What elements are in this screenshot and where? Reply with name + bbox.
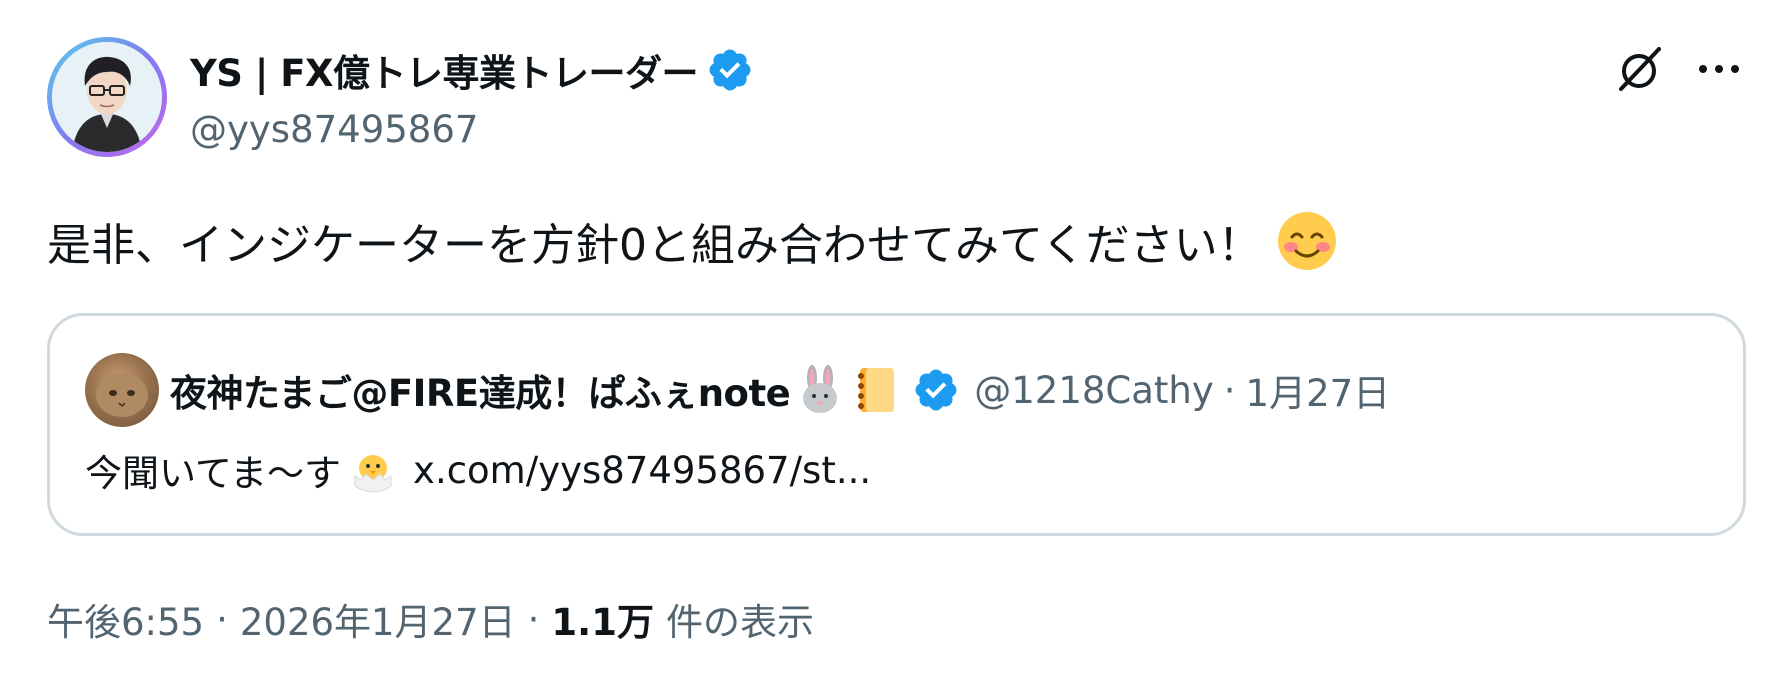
grok-icon	[1619, 47, 1661, 91]
verified-badge-icon	[706, 46, 754, 94]
quote-tweet-card[interactable]	[47, 313, 1746, 536]
quote-link[interactable]: x.com/yys87495867/st...	[413, 449, 871, 492]
quote-text-content: 今聞いてま～す	[85, 452, 342, 495]
avatar[interactable]	[47, 37, 167, 157]
views-count[interactable]: 1.1万	[551, 592, 654, 646]
hatching-chick-icon	[347, 444, 399, 496]
cat-photo	[96, 373, 148, 417]
tweet-date[interactable]: 2026年1月27日	[240, 592, 516, 646]
meta-separator-1: ·	[216, 597, 228, 641]
smiling-face-icon	[1276, 210, 1338, 272]
quote-verified-badge-icon	[912, 366, 960, 414]
notebook-icon	[850, 364, 902, 416]
tweet-text: 是非、インジケーターを方針0と組み合わせてみてください！	[47, 206, 1338, 276]
grok-button[interactable]	[1610, 38, 1672, 100]
quote-author-name[interactable]: 夜神たまご@FIRE達成！ぱふぇnote	[170, 363, 791, 417]
quote-author-handle[interactable]: @1218Cathy	[974, 369, 1214, 412]
tweet-text-content: 是非、インジケーターを方針0と組み合わせてみてください！	[47, 220, 1262, 271]
tweet-time[interactable]: 午後6:55	[47, 592, 204, 646]
author-display-name[interactable]: YS | FX億トレ専業トレーダー	[190, 43, 699, 97]
quote-author-avatar[interactable]	[85, 353, 159, 427]
meta-separator-2: ·	[527, 597, 540, 641]
quote-text: 今聞いてま～す x.com/yys87495867/st...	[85, 440, 871, 500]
quote-date[interactable]: 1月27日	[1246, 363, 1391, 417]
author-handle[interactable]: @yys87495867	[190, 106, 478, 152]
quote-separator: ·	[1223, 368, 1236, 412]
author-name-row[interactable]: YS | FX億トレ専業トレーダー	[190, 44, 754, 96]
more-options-icon	[1699, 65, 1739, 73]
avatar-illustration	[52, 42, 162, 152]
views-label[interactable]: 件の表示	[666, 592, 814, 646]
quote-header: 夜神たまご@FIRE達成！ぱふぇnote @1218Cathy · 1月27日	[170, 362, 1390, 418]
more-options-button[interactable]	[1688, 38, 1750, 100]
rabbit-face-icon	[794, 364, 846, 416]
tweet-meta: 午後6:55 · 2026年1月27日 · 1.1万 件の表示	[47, 591, 814, 647]
